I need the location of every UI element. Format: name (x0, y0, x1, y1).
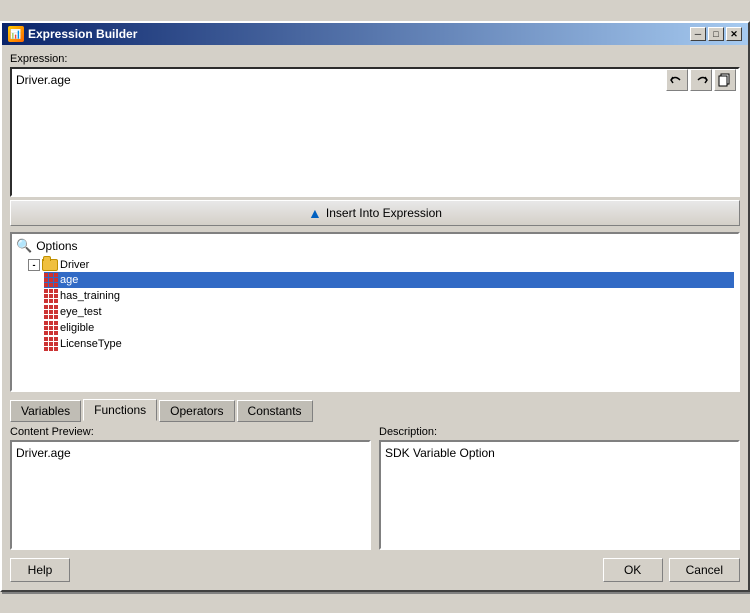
title-buttons: ─ □ ✕ (690, 27, 742, 41)
tree-item-age[interactable]: age (44, 272, 734, 288)
description-area: SDK Variable Option (379, 440, 740, 550)
redo-icon (694, 73, 708, 87)
insert-button-label: Insert Into Expression (326, 206, 442, 220)
options-label: 🔍 Options (16, 238, 734, 254)
title-bar: 📊 Expression Builder ─ □ ✕ (2, 23, 748, 45)
tree-panel: 🔍 Options - Driver (10, 232, 740, 392)
eligible-label: eligible (60, 322, 94, 334)
ok-cancel-group: OK Cancel (603, 558, 740, 582)
bottom-buttons: Help OK Cancel (10, 558, 740, 582)
title-bar-left: 📊 Expression Builder (8, 26, 137, 42)
content-preview-panel: Content Preview: Driver.age (10, 426, 371, 550)
driver-node-row: - Driver (28, 258, 734, 272)
tree-item-eligible[interactable]: eligible (44, 320, 734, 336)
insert-arrow-icon: ▲ (308, 205, 322, 221)
copy-button[interactable] (714, 69, 736, 91)
driver-folder-icon (42, 259, 58, 271)
ok-button[interactable]: OK (603, 558, 663, 582)
help-button[interactable]: Help (10, 558, 70, 582)
content-preview-value: Driver.age (16, 446, 71, 460)
expression-label: Expression: (10, 53, 740, 65)
undo-button[interactable] (666, 69, 688, 91)
licensetype-label: LicenseType (60, 338, 122, 350)
tabs-row: Variables Functions Operators Constants (10, 398, 740, 420)
expression-container: Driver.age (10, 67, 740, 200)
description-label: Description: (379, 426, 740, 438)
eye-test-grid-icon (44, 305, 58, 319)
undo-icon (670, 73, 684, 87)
expression-toolbar (666, 69, 736, 91)
licensetype-grid-icon (44, 337, 58, 351)
expression-builder-window: 📊 Expression Builder ─ □ ✕ Expression: D… (0, 21, 750, 592)
expression-input[interactable]: Driver.age (10, 67, 740, 197)
tab-constants[interactable]: Constants (237, 400, 313, 422)
cancel-button[interactable]: Cancel (669, 558, 740, 582)
minimize-button[interactable]: ─ (690, 27, 706, 41)
eye-test-label: eye_test (60, 306, 102, 318)
window-icon: 📊 (8, 26, 24, 42)
eligible-grid-icon (44, 321, 58, 335)
copy-icon (718, 73, 732, 87)
description-value: SDK Variable Option (385, 446, 495, 460)
tab-functions[interactable]: Functions (83, 399, 157, 421)
tree-item-licensetype[interactable]: LicenseType (44, 336, 734, 352)
has-training-label: has_training (60, 290, 120, 302)
description-panel: Description: SDK Variable Option (379, 426, 740, 550)
tab-operators[interactable]: Operators (159, 400, 234, 422)
maximize-button[interactable]: □ (708, 27, 724, 41)
driver-expand-icon[interactable]: - (28, 259, 40, 271)
age-grid-icon (44, 273, 58, 287)
tab-variables[interactable]: Variables (10, 400, 81, 422)
has-training-grid-icon (44, 289, 58, 303)
driver-node[interactable]: - Driver (28, 258, 734, 272)
tree-children: age has_training eye (44, 272, 734, 352)
tree-item-has-training[interactable]: has_training (44, 288, 734, 304)
content-preview-label: Content Preview: (10, 426, 371, 438)
redo-button[interactable] (690, 69, 712, 91)
driver-label: Driver (60, 259, 89, 271)
insert-button[interactable]: ▲ Insert Into Expression (10, 200, 740, 226)
age-label: age (60, 274, 78, 286)
close-button[interactable]: ✕ (726, 27, 742, 41)
content-preview-area: Driver.age (10, 440, 371, 550)
search-icon: 🔍 (16, 238, 32, 254)
window-content: Expression: Driver.age (2, 45, 748, 590)
tree-item-eye-test[interactable]: eye_test (44, 304, 734, 320)
window-title: Expression Builder (28, 27, 137, 41)
bottom-panels: Content Preview: Driver.age Description:… (10, 426, 740, 550)
